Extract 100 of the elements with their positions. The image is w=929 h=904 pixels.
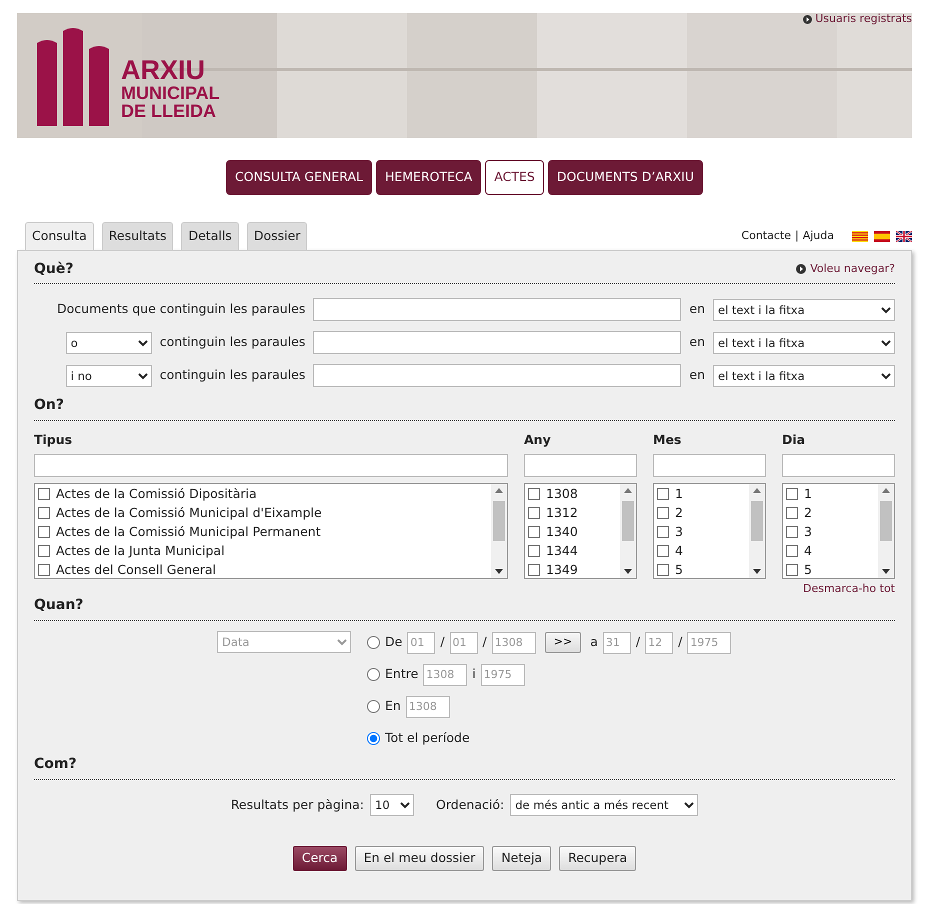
checkbox-list[interactable]: 1 2 3 4 5 <box>653 482 766 579</box>
option-label: 1344 <box>546 542 578 560</box>
order-select[interactable]: de més antic a més recent <box>510 794 698 816</box>
checkbox[interactable] <box>528 507 540 520</box>
per-page-select[interactable]: 10 <box>370 794 414 816</box>
section-title: Com? <box>34 756 77 773</box>
spanish-flag-icon[interactable] <box>874 230 890 242</box>
checkbox[interactable] <box>528 545 540 558</box>
search-field[interactable] <box>313 331 682 354</box>
operator-select[interactable]: i no <box>66 364 152 387</box>
english-flag-icon[interactable] <box>896 230 912 242</box>
checkbox[interactable] <box>786 564 798 576</box>
tab[interactable]: Resultats <box>102 222 174 250</box>
radio-button[interactable] <box>367 732 380 746</box>
checkbox[interactable] <box>38 564 50 576</box>
option-label: 3 <box>675 522 683 541</box>
checkbox[interactable] <box>786 507 798 520</box>
option-label: 1 <box>675 484 683 503</box>
checkbox[interactable] <box>657 507 669 520</box>
option-label: 5 <box>804 560 812 578</box>
field-label: continguin les paraules <box>160 333 306 352</box>
clear-link[interactable]: Desmarca-ho tot <box>802 582 895 595</box>
operator-select[interactable]: o <box>66 332 152 354</box>
filter-field[interactable] <box>782 454 895 477</box>
scroll-down-icon[interactable] <box>624 568 632 574</box>
scroll-up-icon[interactable] <box>882 488 890 493</box>
section-button[interactable]: ACTES <box>485 160 544 195</box>
checkbox[interactable] <box>657 488 669 500</box>
filter-field[interactable] <box>524 454 637 477</box>
field-label: continguin les paraules <box>160 366 306 384</box>
field-label: en <box>689 300 705 318</box>
scope-select[interactable]: el text i la fitxa <box>713 298 895 321</box>
radio-button[interactable] <box>367 700 380 714</box>
scrollbar[interactable] <box>491 484 507 578</box>
checkbox[interactable] <box>528 526 540 538</box>
filter-field[interactable] <box>34 454 508 477</box>
option-label: Actes de la Comissió Municipal Permanent <box>56 522 321 541</box>
radio-button[interactable] <box>367 636 380 650</box>
checkbox[interactable] <box>38 545 50 558</box>
radio-button[interactable] <box>367 668 380 682</box>
checkbox[interactable] <box>657 545 669 558</box>
column-heading: Any <box>524 431 552 450</box>
checkbox-list[interactable]: 1308 1312 1340 1344 1349 <box>524 482 637 579</box>
scroll-down-icon[interactable] <box>495 568 503 574</box>
scroll-up-icon[interactable] <box>624 488 632 493</box>
section-title: On? <box>34 397 64 414</box>
section-title: Quan? <box>34 597 84 614</box>
option-label: 4 <box>675 542 683 560</box>
checkbox[interactable] <box>657 564 669 576</box>
option-label: 3 <box>804 522 812 541</box>
registered-users-link[interactable]: Usuaris registrats <box>803 13 912 25</box>
checkbox[interactable] <box>657 526 669 538</box>
scroll-up-icon[interactable] <box>753 488 761 493</box>
browse-link[interactable]: Voleu navegar? <box>796 260 895 278</box>
checkbox[interactable] <box>786 526 798 538</box>
header-link[interactable]: Contacte <box>741 228 791 244</box>
field-label: Resultats per pàgina: <box>230 796 364 814</box>
scrollbar[interactable] <box>749 484 765 578</box>
option-label: 1 <box>804 484 812 503</box>
option-label: 1340 <box>546 522 578 541</box>
tab[interactable]: Detalls <box>181 222 239 250</box>
option-label: 5 <box>675 560 683 578</box>
scroll-down-icon[interactable] <box>753 568 761 574</box>
separator: | <box>795 228 799 244</box>
apply-button[interactable]: >> <box>544 632 582 653</box>
search-field[interactable] <box>313 298 682 322</box>
checkbox[interactable] <box>528 564 540 576</box>
checkbox[interactable] <box>786 488 798 500</box>
option-label: 1349 <box>546 560 578 578</box>
scrollbar[interactable] <box>878 484 894 578</box>
section-title: Què? <box>34 260 74 278</box>
checkbox[interactable] <box>38 507 50 520</box>
action-button[interactable]: Cerca <box>292 846 347 871</box>
option-label: 4 <box>804 542 812 560</box>
scrollbar[interactable] <box>620 484 636 578</box>
option-label: 1308 <box>546 484 578 503</box>
tab[interactable]: Dossier <box>246 222 308 250</box>
section-button[interactable]: DOCUMENTS D’ARXIU <box>548 160 703 195</box>
filter-field[interactable] <box>653 454 766 477</box>
section-button[interactable]: HEMEROTECA <box>376 160 482 195</box>
search-field[interactable] <box>313 364 682 388</box>
checkbox[interactable] <box>38 526 50 538</box>
scroll-up-icon[interactable] <box>495 488 503 493</box>
section-button[interactable]: CONSULTA GENERAL <box>226 160 372 195</box>
tab[interactable]: Consulta <box>25 222 94 250</box>
scope-select[interactable]: el text i la fitxa <box>713 364 895 387</box>
checkbox[interactable] <box>38 488 50 500</box>
action-button[interactable]: Neteja <box>492 846 552 871</box>
checkbox-list[interactable]: 1 2 3 4 5 <box>782 482 895 579</box>
checkbox[interactable] <box>786 545 798 558</box>
scope-select[interactable]: el text i la fitxa <box>713 332 895 354</box>
option-label: Actes de la Comissió Municipal d'Eixample <box>56 504 322 522</box>
action-button[interactable]: En el meu dossier <box>354 846 484 871</box>
catalan-flag-icon[interactable] <box>852 230 868 242</box>
header-link[interactable]: Ajuda <box>802 228 834 244</box>
checkbox[interactable] <box>528 488 540 500</box>
field-label: / <box>678 633 682 652</box>
scroll-down-icon[interactable] <box>882 568 890 574</box>
checkbox-list[interactable]: Actes de la Comissió Dipositària Actes de la Comissió Municipal d'Eixample Actes de la Comissió Municipal Permanent Actes de la Junta Municipal Actes del Consell General <box>34 482 508 579</box>
action-button[interactable]: Recupera <box>559 846 636 871</box>
